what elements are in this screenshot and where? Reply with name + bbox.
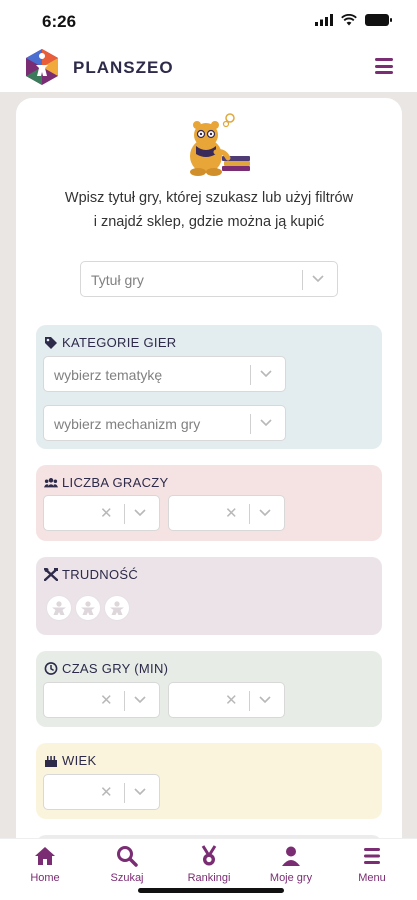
- meeple-icon: [110, 601, 124, 615]
- clear-icon[interactable]: ✕: [100, 783, 113, 801]
- status-icons: [315, 14, 392, 26]
- signal-icon: [315, 14, 333, 26]
- tab-search[interactable]: Szukaj: [92, 845, 162, 884]
- age-section: WIEK ✕: [36, 743, 382, 819]
- tab-rankings-label: Rankingi: [187, 872, 231, 884]
- age-heading-text: WIEK: [62, 753, 97, 768]
- hamburger-line: [375, 64, 393, 68]
- select-separator: [302, 270, 303, 290]
- categories-heading: KATEGORIE GIER: [44, 335, 176, 350]
- players-section: LICZBA GRACZY ✕ ✕: [36, 465, 382, 541]
- tab-menu-label: Menu: [358, 872, 386, 884]
- time-heading-text: CZAS GRY (MIN): [62, 661, 169, 676]
- birthday-cake-icon: [45, 756, 57, 767]
- tab-menu[interactable]: Menu: [337, 845, 407, 884]
- game-title-select[interactable]: Tytuł gry: [80, 261, 338, 297]
- bear-mascot-illustration: [190, 113, 250, 176]
- chevron-down-icon[interactable]: [259, 366, 273, 380]
- age-heading: WIEK: [44, 753, 96, 768]
- user-icon: [282, 846, 300, 866]
- theme-select[interactable]: wybierz tematykę: [43, 356, 286, 392]
- difficulty-heading-text: TRUDNOŚĆ: [62, 567, 139, 582]
- meeple-icon: [52, 601, 66, 615]
- select-separator: [250, 414, 251, 434]
- chevron-down-icon[interactable]: [133, 692, 147, 706]
- select-separator: [249, 691, 250, 711]
- status-bar: 6:26: [0, 0, 417, 44]
- menu-icon: [364, 848, 380, 864]
- difficulty-section: TRUDNOŚĆ: [36, 557, 382, 635]
- players-heading: LICZBA GRACZY: [44, 475, 168, 490]
- players-heading-text: LICZBA GRACZY: [62, 475, 169, 490]
- time-heading: CZAS GRY (MIN): [44, 661, 168, 676]
- tab-home-label: Home: [30, 872, 60, 884]
- battery-icon: [365, 14, 392, 26]
- meeple-rating-1[interactable]: [46, 595, 72, 621]
- hamburger-line: [375, 58, 393, 61]
- mechanic-placeholder: wybierz mechanizm gry: [54, 416, 201, 432]
- tab-home[interactable]: Home: [10, 845, 80, 884]
- intro-line-2: i znajdź sklep, gdzie można ją kupić: [93, 214, 325, 230]
- search-card: Wpisz tytuł gry, której szukasz lub użyj…: [16, 98, 402, 865]
- tab-my-games[interactable]: Moje gry: [256, 845, 326, 884]
- tab-search-label: Szukaj: [110, 872, 144, 884]
- difficulty-heading: TRUDNOŚĆ: [44, 567, 138, 582]
- clear-icon[interactable]: ✕: [225, 691, 238, 709]
- players-min-select[interactable]: ✕: [43, 495, 160, 531]
- game-title-placeholder: Tytuł gry: [91, 272, 144, 288]
- planszeo-logo[interactable]: [24, 48, 60, 86]
- select-separator: [124, 691, 125, 711]
- meeple-rating-2[interactable]: [75, 595, 101, 621]
- categories-heading-text: KATEGORIE GIER: [62, 335, 177, 350]
- app-header: PLANSZEO: [0, 44, 417, 92]
- clock-icon: [44, 662, 58, 675]
- tab-my-games-label: Moje gry: [269, 872, 313, 884]
- time-min-select[interactable]: ✕: [43, 682, 160, 718]
- select-separator: [249, 504, 250, 524]
- intro-text: Wpisz tytuł gry, której szukasz lub użyj…: [16, 186, 402, 234]
- clear-icon[interactable]: ✕: [225, 504, 238, 522]
- time-section: CZAS GRY (MIN) ✕ ✕: [36, 651, 382, 727]
- chevron-down-icon[interactable]: [311, 271, 325, 285]
- search-icon: [117, 846, 138, 867]
- chevron-down-icon[interactable]: [258, 505, 272, 519]
- meeple-rating-3[interactable]: [104, 595, 130, 621]
- tools-icon: [44, 568, 58, 581]
- clear-icon[interactable]: ✕: [100, 504, 113, 522]
- hamburger-line: [375, 71, 393, 74]
- chevron-down-icon[interactable]: [133, 784, 147, 798]
- meeple-icon: [81, 601, 95, 615]
- tab-rankings[interactable]: Rankingi: [174, 845, 244, 884]
- players-max-select[interactable]: ✕: [168, 495, 285, 531]
- home-icon: [35, 847, 55, 865]
- intro-line-1: Wpisz tytuł gry, której szukasz lub użyj…: [64, 190, 354, 206]
- medal-icon: [201, 845, 217, 866]
- chevron-down-icon[interactable]: [133, 505, 147, 519]
- difficulty-rating[interactable]: [46, 595, 130, 621]
- categories-section: KATEGORIE GIER wybierz tematykę wybierz …: [36, 325, 382, 449]
- header-menu-button[interactable]: [375, 58, 393, 74]
- chevron-down-icon[interactable]: [258, 692, 272, 706]
- chevron-down-icon[interactable]: [259, 415, 273, 429]
- clear-icon[interactable]: ✕: [100, 691, 113, 709]
- brand-name: PLANSZEO: [73, 58, 174, 77]
- status-time: 6:26: [42, 12, 77, 31]
- home-indicator: [138, 888, 284, 893]
- age-select[interactable]: ✕: [43, 774, 160, 810]
- wifi-icon: [341, 14, 357, 26]
- select-separator: [124, 504, 125, 524]
- tag-icon: [45, 337, 57, 349]
- select-separator: [124, 783, 125, 803]
- theme-placeholder: wybierz tematykę: [54, 367, 163, 383]
- mechanic-select[interactable]: wybierz mechanizm gry: [43, 405, 286, 441]
- time-max-select[interactable]: ✕: [168, 682, 285, 718]
- select-separator: [250, 365, 251, 385]
- users-icon: [44, 478, 58, 488]
